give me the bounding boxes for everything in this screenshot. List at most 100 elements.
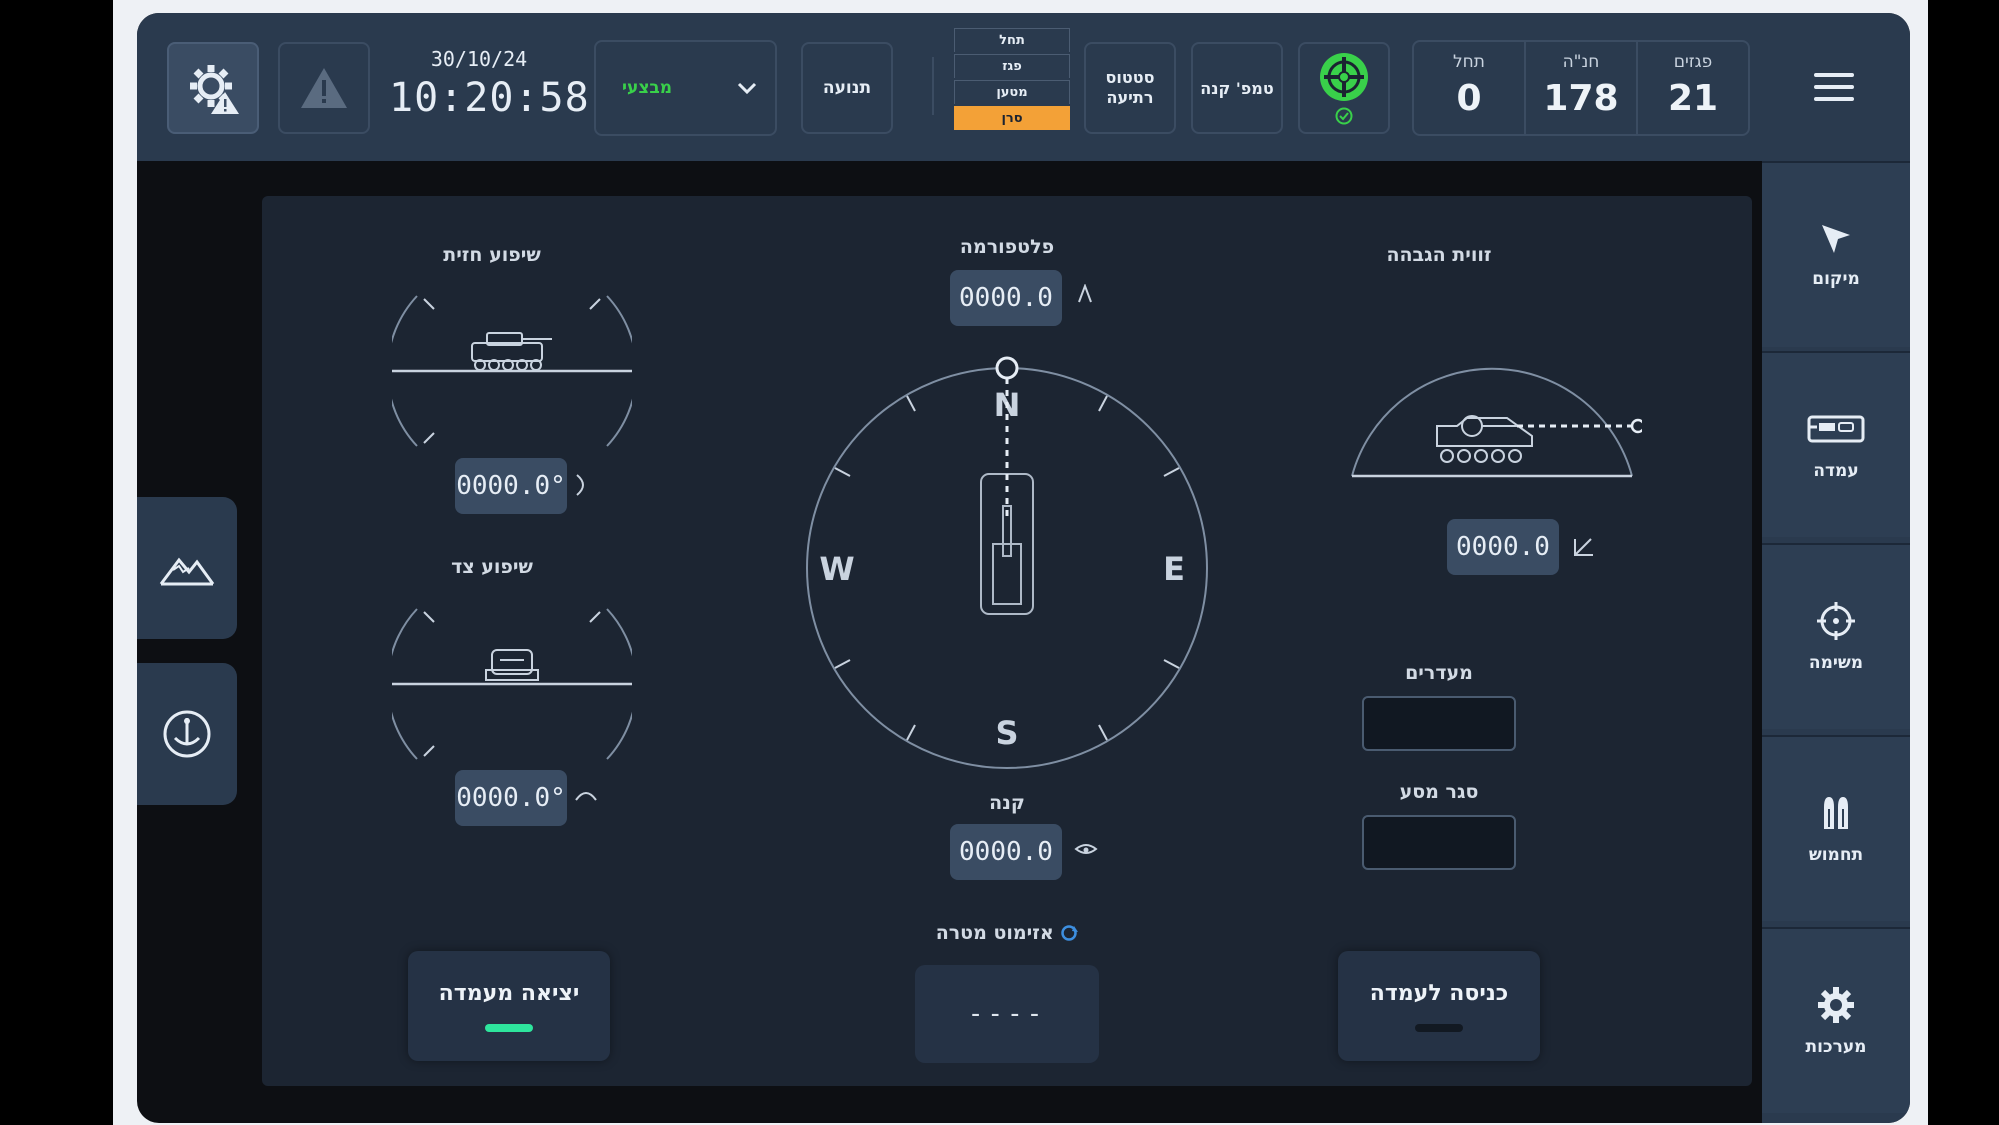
target-azimuth-title: אזימוט מטרה bbox=[882, 922, 1132, 944]
compass-west-label: W bbox=[819, 550, 854, 588]
howitzer-icon bbox=[1807, 415, 1865, 443]
date-text: 30/10/24 bbox=[430, 47, 528, 71]
preferences-field[interactable] bbox=[1362, 696, 1516, 751]
rotate-arrow-icon bbox=[576, 474, 584, 496]
cursor-arrow-icon bbox=[1822, 225, 1850, 253]
barrel-title: קנה bbox=[989, 792, 1025, 814]
loading-mode-row[interactable]: תחל bbox=[954, 28, 1070, 52]
target-azimuth-label: אזימוט מטרה bbox=[935, 922, 1054, 944]
warning-triangle-icon bbox=[301, 68, 347, 108]
nav-label: עמדה bbox=[1813, 461, 1859, 481]
howitzer-side-icon bbox=[1436, 415, 1533, 463]
exit-position-button[interactable]: יציאה מעמדה bbox=[408, 951, 610, 1061]
nav-label: מיקום bbox=[1812, 269, 1860, 289]
navigation-status-button[interactable] bbox=[1298, 42, 1390, 134]
exit-status-indicator bbox=[485, 1023, 533, 1032]
enter-position-button[interactable]: כניסה לעמדה bbox=[1338, 951, 1540, 1061]
background-right bbox=[1928, 0, 1999, 1125]
date-time-display: 30/10/24 10:20:58 bbox=[389, 47, 589, 121]
compass-heading-marker bbox=[995, 356, 1019, 380]
app-window: 30/10/24 10:20:58 מבצעי תנועה תחל פגז מט… bbox=[137, 13, 1910, 1123]
crosshair-icon bbox=[1817, 602, 1855, 640]
counter-shells: פגזים 21 bbox=[1636, 42, 1748, 134]
toolbar-divider bbox=[932, 57, 934, 115]
barrel-temperature-button[interactable]: טמפ' קנה bbox=[1191, 42, 1283, 134]
motion-button[interactable]: תנועה bbox=[801, 42, 893, 134]
chevron-down-icon bbox=[737, 82, 757, 94]
nav-item-location[interactable]: מיקום bbox=[1762, 161, 1910, 347]
gear-icon bbox=[1818, 987, 1854, 1023]
recoil-status-button[interactable]: סטטוס רתיעה bbox=[1084, 42, 1176, 134]
counter-value: 0 bbox=[1456, 78, 1482, 119]
counter-value: 178 bbox=[1543, 78, 1619, 119]
gear-warning-icon bbox=[190, 65, 239, 114]
recoil-status-label-line1: סטטוס bbox=[1105, 68, 1155, 87]
nav-item-ammunition[interactable]: תחמוש bbox=[1762, 735, 1910, 921]
refresh-icon[interactable] bbox=[1060, 924, 1079, 942]
enter-status-indicator bbox=[1415, 1023, 1463, 1032]
tilt-arrow-icon bbox=[575, 792, 597, 801]
counter-value: 21 bbox=[1667, 78, 1719, 119]
elevation-gauge bbox=[1351, 367, 1642, 478]
check-circle-icon bbox=[1335, 107, 1353, 125]
compass-south-label: S bbox=[995, 714, 1018, 752]
satellite-target-icon bbox=[1320, 53, 1368, 101]
exit-position-label: יציאה מעמדה bbox=[438, 980, 580, 1006]
counter-primers: תחל 0 bbox=[1414, 42, 1524, 134]
nav-item-position[interactable]: עמדה bbox=[1762, 351, 1910, 537]
side-slope-readout: 0000.0° bbox=[455, 770, 567, 826]
counter-charges: חנ"ה 178 bbox=[1524, 42, 1636, 134]
compass: N S E W bbox=[806, 356, 1208, 769]
loading-mode-row[interactable]: מטען bbox=[954, 80, 1070, 104]
counter-label: תחל bbox=[1453, 52, 1485, 72]
counter-label: פגזים bbox=[1673, 52, 1713, 72]
recoil-status-label-line2: רתיעה bbox=[1106, 88, 1154, 107]
travel-lock-field[interactable] bbox=[1362, 815, 1516, 870]
system-alert-gear-button[interactable] bbox=[167, 42, 259, 134]
front-slope-title: שיפוע חזית bbox=[443, 244, 541, 266]
barrel-readout: 0000.0 bbox=[950, 824, 1062, 880]
vehicle-front-icon bbox=[485, 649, 539, 681]
background-left bbox=[0, 0, 113, 1125]
loading-mode-table: תחל פגז מטען סרן bbox=[954, 28, 1070, 132]
ammo-counters: תחל 0 חנ"ה 178 פגזים 21 bbox=[1412, 40, 1750, 136]
nav-item-systems[interactable]: מערכות bbox=[1762, 927, 1910, 1113]
main-panel: שיפוע חזית 0000.0° שיפוע צד 0000.0° יציא… bbox=[262, 196, 1752, 1086]
target-azimuth-box[interactable]: ---- bbox=[915, 965, 1099, 1063]
nav-label: משימה bbox=[1808, 653, 1864, 673]
nav-label: תחמוש bbox=[1808, 845, 1864, 865]
front-slope-readout: 0000.0° bbox=[455, 458, 567, 514]
preferences-title: מעדרים bbox=[1405, 662, 1473, 684]
right-navigation: מיקום עמדה משימה תחמוש מערכות bbox=[1762, 161, 1910, 1123]
nav-label: מערכות bbox=[1805, 1037, 1867, 1057]
compass-east-label: E bbox=[1163, 550, 1185, 588]
anchor-circle-icon bbox=[163, 710, 211, 758]
stabilizer-button[interactable] bbox=[137, 663, 237, 805]
north-arrow-icon bbox=[1078, 284, 1092, 303]
operation-mode-value: מבצעי bbox=[622, 78, 673, 98]
front-slope-gauge bbox=[392, 295, 632, 447]
elevation-angle-icon bbox=[1574, 538, 1593, 556]
operation-mode-select[interactable]: מבצעי bbox=[594, 40, 777, 136]
motion-label: תנועה bbox=[822, 78, 872, 98]
barrel-temperature-label: טמפ' קנה bbox=[1200, 78, 1274, 98]
elevation-readout: 0000.0 bbox=[1447, 519, 1559, 575]
warning-button[interactable] bbox=[278, 42, 370, 134]
hamburger-menu-icon[interactable] bbox=[1814, 73, 1854, 109]
elevation-title: זווית הגבהה bbox=[1386, 244, 1492, 266]
platform-readout: 0000.0 bbox=[950, 270, 1062, 326]
loading-mode-row[interactable]: פגז bbox=[954, 54, 1070, 78]
side-slope-title: שיפוע צד bbox=[451, 556, 533, 578]
ammunition-icon bbox=[1824, 797, 1848, 829]
travel-lock-title: סגר מסע bbox=[1399, 781, 1479, 803]
counter-label: חנ"ה bbox=[1562, 52, 1600, 72]
platform-title: פלטפורמה bbox=[959, 236, 1055, 258]
vehicle-side-icon bbox=[471, 332, 552, 371]
eye-icon bbox=[1074, 844, 1098, 854]
terrain-view-button[interactable] bbox=[137, 497, 237, 639]
top-bar: 30/10/24 10:20:58 מבצעי תנועה תחל פגז מט… bbox=[137, 13, 1910, 161]
nav-item-mission[interactable]: משימה bbox=[1762, 543, 1910, 729]
loading-mode-row-active[interactable]: סרן bbox=[954, 106, 1070, 130]
mountains-icon bbox=[159, 557, 215, 586]
vehicle-top-icon bbox=[980, 473, 1034, 615]
